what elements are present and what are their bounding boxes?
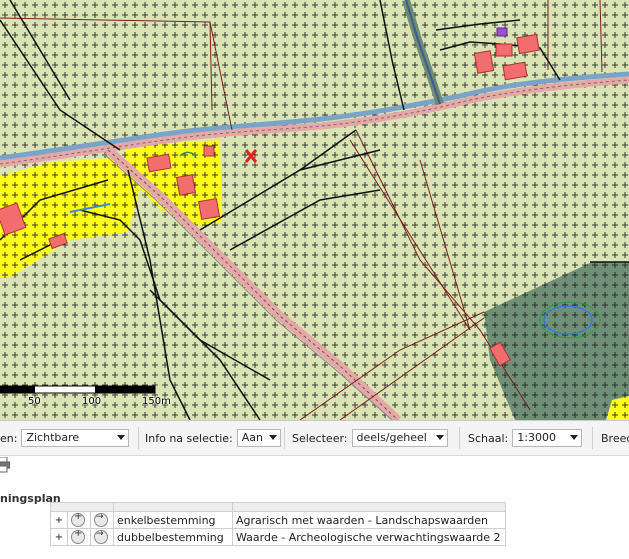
selecteer-label: Selecteer: [292,431,348,445]
table-row: + dubbelbestemming Waarde - Archeologisc… [50,528,506,546]
zoom-cell [67,528,91,546]
zoom-cell [67,511,91,529]
row-type: dubbelbestemming [113,528,233,546]
info-select[interactable]: Aan [236,429,281,447]
row-name: Waarde - Archeologische verwachtingswaar… [232,528,506,546]
layers-select[interactable]: Zichtbare [21,429,130,447]
toolbar-divider [284,427,285,449]
print-row [0,455,629,485]
scale-control: Schaal: 1:3000 [468,429,583,447]
scale-select-value: 1:3000 [517,431,556,444]
selecteer-select-value: deels/geheel [356,431,427,444]
layers-control: en: Zichtbare [0,429,130,447]
print-icon[interactable] [0,457,10,473]
arrow-icon[interactable] [94,512,108,527]
scale-label-1: 50 [28,396,41,407]
scale-label-2: 100 [82,396,102,407]
info-control: Info na selectie: Aan [145,429,281,447]
scale-select[interactable]: 1:3000 [512,429,583,447]
info-select-value: Aan [241,431,263,444]
toolbar-divider [459,427,460,449]
arrow-cell [90,528,114,546]
layers-select-value: Zichtbare [26,431,80,444]
table-header-type [113,502,233,512]
plus-icon[interactable]: + [50,528,68,546]
table-header-name [232,502,506,512]
row-type: enkelbestemming [113,511,233,529]
arrow-icon[interactable] [94,529,108,544]
arrow-cell [90,511,114,529]
scale-label: Schaal: [468,431,509,445]
layers-label: en: [0,431,18,445]
table-row: + enkelbestemming Agrarisch met waarden … [50,511,506,529]
breed-control[interactable]: Breed [601,429,629,447]
breed-label[interactable]: Breed [601,432,629,445]
toolbar-divider [592,427,593,449]
chevron-down-icon [117,435,126,440]
info-label: Info na selectie: [145,431,233,445]
map-toolbar: en: Zichtbare Info na selectie: Aan Sele… [0,420,629,456]
table-header-row [50,502,506,512]
chevron-down-icon [268,435,277,440]
row-name: Agrarisch met waarden - Landschapswaarde… [232,511,506,529]
plan-layer-table: + enkelbestemming Agrarisch met waarden … [50,502,506,546]
selecteer-control: Selecteer: deels/geheel [292,429,448,447]
map-canvas[interactable] [0,0,629,420]
scale-label-3: 150m [142,396,171,407]
plus-icon[interactable]: + [50,511,68,529]
zoom-icon[interactable] [71,511,85,527]
map-view[interactable]: 50 100 150m [0,0,629,420]
toolbar-divider [138,427,139,449]
selecteer-select[interactable]: deels/geheel [351,429,448,447]
zoom-icon[interactable] [71,528,85,544]
chevron-down-icon [570,435,579,440]
chevron-down-icon [435,435,444,440]
